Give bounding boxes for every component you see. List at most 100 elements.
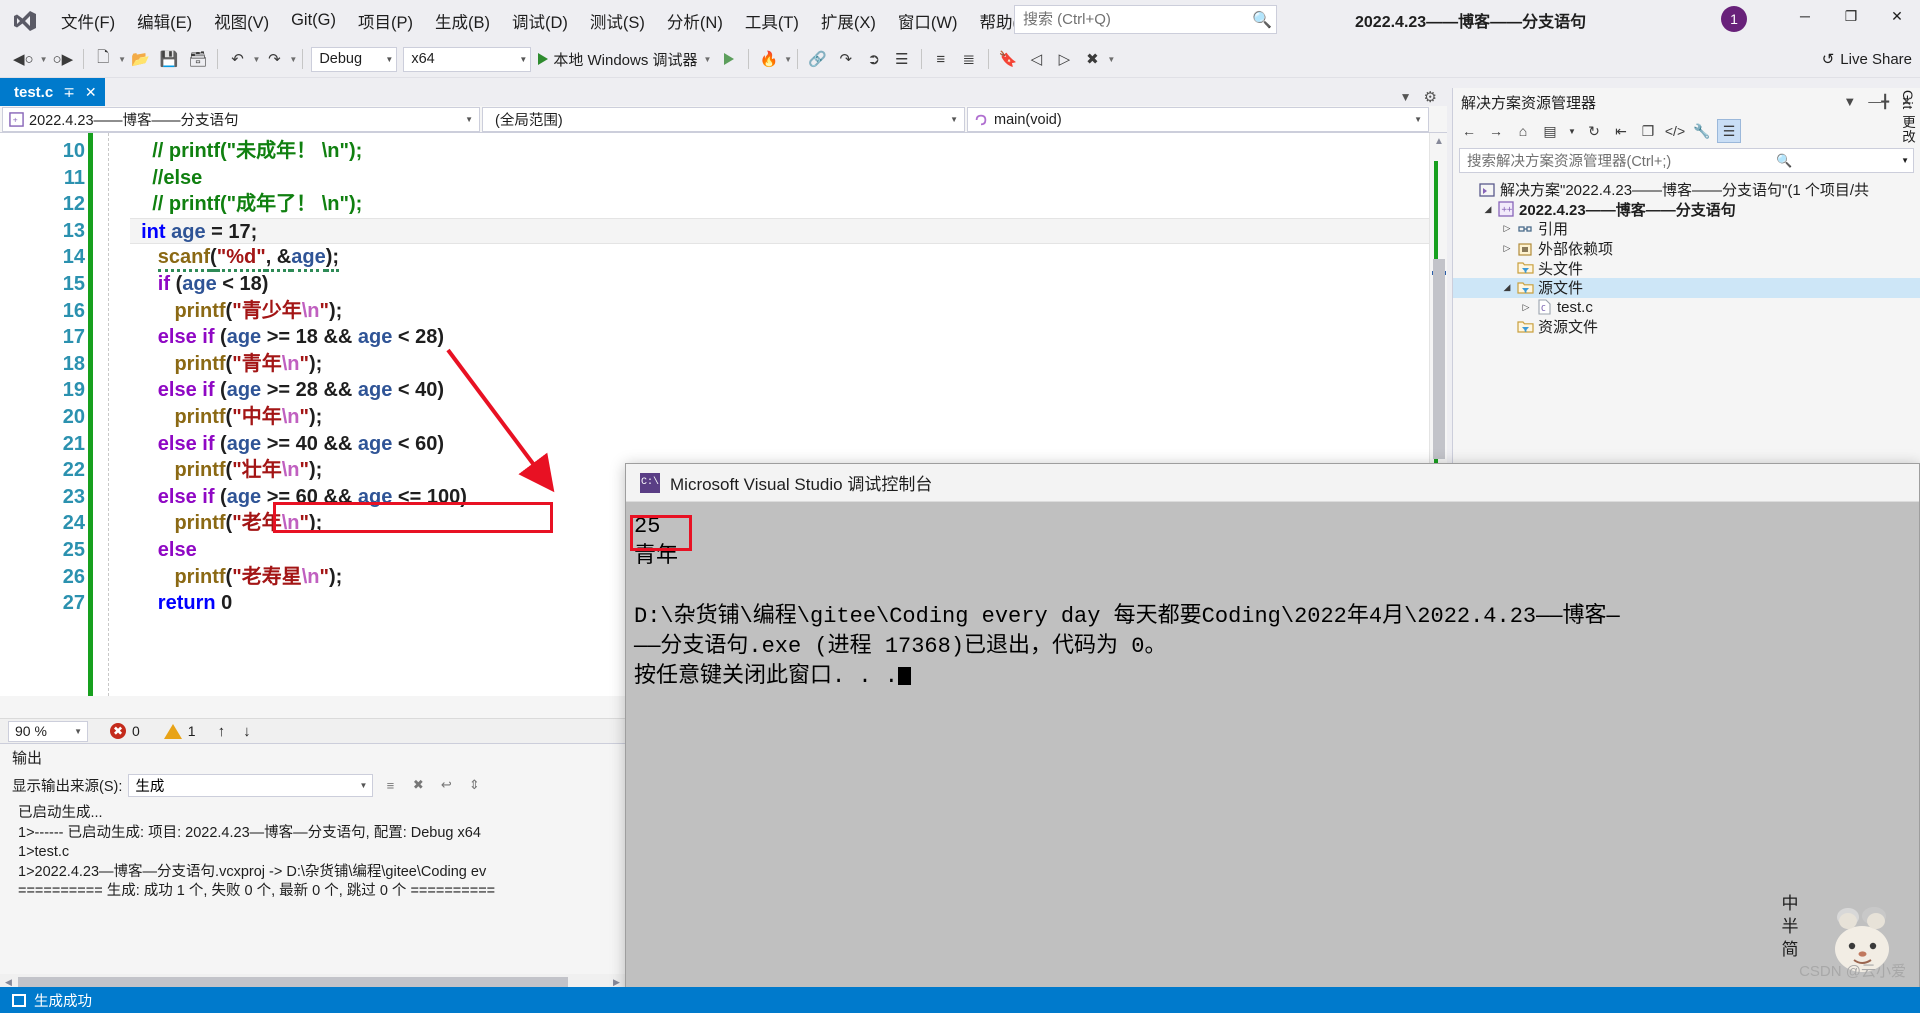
navigate-forward-icon[interactable]: ○▶ — [50, 46, 77, 72]
show-all-files-icon[interactable]: ❐ — [1636, 119, 1660, 143]
menu-debug[interactable]: 调试(D) — [501, 5, 579, 37]
hot-reload-caret-icon[interactable]: ▼ — [784, 55, 792, 64]
menu-analyze[interactable]: 分析(N) — [656, 5, 734, 37]
zoom-level-combo[interactable]: 90 % ▼ — [8, 720, 88, 742]
gear-icon[interactable]: ⚙ — [1424, 88, 1437, 106]
toolbar-overflow-caret-icon[interactable]: ▼ — [1107, 55, 1115, 64]
code-line[interactable]: //else — [130, 165, 1447, 192]
pin-icon[interactable]: ―╋ — [1868, 94, 1889, 110]
undo-caret-icon[interactable]: ▼ — [252, 55, 260, 64]
code-line[interactable]: else if (age >= 28 && age < 40) — [130, 377, 1447, 404]
menu-view[interactable]: 视图(V) — [203, 5, 280, 37]
close-button[interactable]: ✕ — [1874, 0, 1920, 32]
step-over-icon[interactable]: ↷ — [834, 46, 858, 72]
code-line[interactable]: if (age < 18) — [130, 271, 1447, 298]
code-line[interactable]: int age = 17; — [130, 217, 1447, 245]
chevron-down-icon[interactable]: ▼ — [1843, 94, 1856, 110]
solution-configuration-combo[interactable]: Debug ▼ — [311, 46, 398, 72]
solution-tree-row[interactable]: 资源文件 — [1453, 317, 1920, 337]
solution-platform-combo[interactable]: x64 ▼ — [403, 46, 532, 72]
menu-window[interactable]: 窗口(W) — [887, 5, 969, 37]
solution-tree-row[interactable]: ▷ 外部依赖项 — [1453, 239, 1920, 259]
solution-tree-row[interactable]: 头文件 — [1453, 258, 1920, 278]
close-icon[interactable]: ✕ — [85, 84, 97, 101]
start-without-debugging-icon[interactable] — [717, 46, 741, 72]
menu-edit[interactable]: 编辑(E) — [126, 5, 203, 37]
solution-explorer-search[interactable]: 搜索解决方案资源管理器(Ctrl+;) 🔍 ▼ — [1459, 148, 1914, 173]
search-icon[interactable]: 🔍 — [1776, 153, 1796, 169]
chevron-collapsed-icon[interactable]: ▷ — [1518, 302, 1534, 313]
next-issue-icon[interactable]: ↓ — [243, 723, 251, 740]
chevron-collapsed-icon[interactable]: ▷ — [1499, 243, 1515, 254]
output-source-combo[interactable]: 生成 ▼ — [128, 773, 374, 797]
menu-git[interactable]: Git(G) — [280, 7, 347, 34]
solution-tree-row[interactable]: ▷ 引用 — [1453, 219, 1920, 239]
attach-to-process-icon[interactable]: 🔗 — [805, 46, 830, 72]
home-icon[interactable]: ⌂ — [1511, 119, 1535, 143]
code-line[interactable]: // printf("未成年！ \n"); — [130, 138, 1447, 165]
bookmark-next-icon[interactable]: ▷ — [1052, 46, 1076, 72]
undo-icon[interactable]: ↶ — [225, 46, 249, 72]
clear-output-icon[interactable]: ✖ — [407, 774, 429, 796]
menu-file[interactable]: 文件(F) — [50, 5, 126, 37]
global-search-box[interactable]: 🔍 — [1014, 5, 1277, 34]
menu-project[interactable]: 项目(P) — [347, 5, 424, 37]
indent-decrease-icon[interactable]: ≣ — [957, 46, 981, 72]
maximize-button[interactable]: ❐ — [1828, 0, 1874, 32]
navigate-backward-icon[interactable]: ◀○ — [10, 46, 37, 72]
new-project-icon[interactable]: 🗋 — [91, 46, 115, 72]
chevron-collapsed-icon[interactable]: ▷ — [1499, 223, 1515, 234]
code-line[interactable]: printf("青少年\n"); — [130, 298, 1447, 325]
debug-console-window[interactable]: C:\ Microsoft Visual Studio 调试控制台 25 青年 … — [625, 463, 1920, 1013]
scroll-up-icon[interactable]: ▲ — [1434, 136, 1444, 147]
pointer-select-icon[interactable]: ➲ — [862, 46, 886, 72]
toggle-autoscroll-icon[interactable]: ⇕ — [463, 774, 485, 796]
solution-tree[interactable]: 解决方案"2022.4.23——博客——分支语句"(1 个项目/共 ◢ ++ 2022… — [1453, 177, 1920, 337]
hot-reload-icon[interactable]: 🔥 — [756, 46, 781, 72]
solution-tree-row[interactable]: ▷ Ctest.c — [1453, 298, 1920, 318]
back-dropdown-caret-icon[interactable]: ▼ — [40, 55, 48, 64]
menu-extensions[interactable]: 扩展(X) — [810, 5, 887, 37]
navbar-scope-combo[interactable]: (全局范围) ▼ — [482, 107, 965, 132]
minimize-button[interactable]: ─ — [1782, 0, 1828, 32]
menu-test[interactable]: 测试(S) — [579, 5, 656, 37]
menu-tools[interactable]: 工具(T) — [734, 5, 810, 37]
toggle-wordwrap-icon[interactable]: ↩ — [435, 774, 457, 796]
bookmark-icon[interactable]: 🔖 — [996, 46, 1021, 72]
code-line[interactable]: else if (age >= 40 && age < 60) — [130, 431, 1447, 458]
view-code-icon[interactable]: </> — [1663, 119, 1687, 143]
forward-icon[interactable]: → — [1484, 119, 1508, 143]
chevron-expanded-icon[interactable]: ◢ — [1480, 204, 1496, 215]
code-line[interactable]: printf("青年\n"); — [130, 351, 1447, 378]
account-badge[interactable]: 1 — [1721, 6, 1747, 32]
console-output-area[interactable]: 25 青年 D:\杂货铺\编程\gitee\Coding every day 每… — [626, 502, 1919, 692]
pin-icon[interactable]: ∓ — [63, 84, 75, 101]
solution-tree-row[interactable]: ◢ 源文件 — [1453, 277, 1920, 298]
navbar-member-combo[interactable]: main(void) ▼ — [967, 107, 1429, 132]
git-changes-side-tab[interactable]: Git 更改 — [1894, 84, 1920, 150]
live-share-button[interactable]: ↺ Live Share — [1822, 50, 1912, 69]
menu-build[interactable]: 生成(B) — [424, 5, 501, 37]
prev-issue-icon[interactable]: ↑ — [218, 723, 226, 740]
tab-test-c[interactable]: test.c ∓ ✕ — [0, 78, 105, 106]
preview-selected-items-icon[interactable]: ☰ — [1717, 119, 1741, 143]
redo-icon[interactable]: ↷ — [262, 46, 286, 72]
save-all-icon[interactable]: 🗃 — [185, 46, 210, 72]
chevron-expanded-icon[interactable]: ◢ — [1499, 282, 1515, 293]
code-line[interactable]: printf("中年\n"); — [130, 404, 1447, 431]
code-line[interactable]: scanf("%d", &age); — [130, 244, 1447, 273]
comment-icon[interactable]: ☰ — [890, 46, 914, 72]
solution-switch-icon[interactable]: ▤ — [1538, 119, 1562, 143]
code-line[interactable]: // printf("成年了！ \n"); — [130, 191, 1447, 218]
collapse-all-icon[interactable]: ⇤ — [1609, 119, 1633, 143]
indent-increase-icon[interactable]: ≡ — [929, 46, 953, 72]
back-icon[interactable]: ← — [1457, 119, 1481, 143]
properties-icon[interactable]: 🔧 — [1690, 119, 1714, 143]
chevron-down-icon[interactable]: ▼ — [1901, 156, 1913, 165]
search-input[interactable] — [1015, 7, 1248, 32]
navbar-project-combo[interactable]: + 2022.4.23——博客——分支语句 ▼ — [2, 107, 480, 132]
code-line[interactable]: else if (age >= 18 && age < 28) — [130, 324, 1447, 351]
scrollbar-thumb[interactable] — [1433, 259, 1445, 459]
redo-caret-icon[interactable]: ▼ — [289, 55, 297, 64]
code-folding-column[interactable] — [108, 133, 130, 696]
